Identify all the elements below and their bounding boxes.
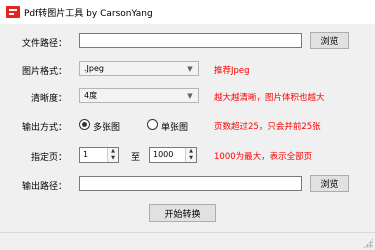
clarity-label: 清晰度：: [31, 94, 68, 104]
output-mode-hint: 页数超过25，只会并前25张: [214, 122, 321, 132]
stepper-buttons[interactable]: ▲ ▼: [107, 148, 118, 162]
page-to-value: 1000: [153, 150, 174, 159]
page-to-stepper[interactable]: 1000 ▲ ▼: [149, 147, 197, 163]
image-format-hint: 推荐Jpeg: [214, 66, 250, 76]
clarity-value: 4度: [84, 91, 98, 100]
stepper-buttons[interactable]: ▲ ▼: [185, 148, 196, 162]
window-title: Pdf转图片工具 by CarsonYang: [24, 9, 153, 19]
output-path-label: 输出路径：: [22, 182, 68, 192]
chevron-up-icon[interactable]: ▲: [108, 148, 118, 155]
status-bar: [0, 232, 375, 250]
resize-grip-icon[interactable]: [363, 238, 373, 248]
output-mode-multi-radio[interactable]: [79, 119, 90, 130]
output-mode-multi-label[interactable]: 多张图: [93, 120, 120, 133]
chevron-down-icon: ▼: [187, 65, 193, 73]
start-convert-button[interactable]: 开始转换: [149, 204, 216, 222]
output-mode-label: 输出方式：: [22, 123, 68, 133]
page-from-stepper[interactable]: 1 ▲ ▼: [79, 147, 119, 163]
image-format-select[interactable]: .Jpeg ▼: [79, 61, 199, 76]
image-format-label: 图片格式：: [22, 67, 68, 77]
clarity-select[interactable]: 4度 ▼: [79, 88, 199, 103]
file-path-browse-button[interactable]: 浏览: [310, 32, 349, 49]
file-path-input[interactable]: [79, 33, 302, 48]
page-range-separator: 至: [131, 153, 141, 163]
clarity-hint: 越大越清晰，图片体积也越大: [214, 93, 325, 103]
output-mode-single-label[interactable]: 单张图: [161, 120, 188, 133]
chevron-down-icon[interactable]: ▼: [186, 155, 196, 162]
pdf-app-icon: [6, 6, 20, 18]
page-range-hint: 1000为最大，表示全部页: [214, 152, 313, 162]
chevron-up-icon[interactable]: ▲: [186, 148, 196, 155]
output-path-browse-button[interactable]: 浏览: [310, 175, 349, 192]
main-form: 文件路径： 浏览 图片格式： .Jpeg ▼ 推荐Jpeg 清晰度： 4度 ▼ …: [0, 24, 375, 232]
page-from-value: 1: [83, 150, 89, 159]
title-bar: Pdf转图片工具 by CarsonYang: [0, 0, 375, 24]
output-path-input[interactable]: [79, 176, 302, 191]
image-format-value: .Jpeg: [84, 64, 104, 73]
chevron-down-icon[interactable]: ▼: [108, 155, 118, 162]
output-mode-single-radio[interactable]: [147, 119, 158, 130]
page-range-label: 指定页：: [31, 153, 68, 163]
chevron-down-icon: ▼: [187, 92, 193, 100]
file-path-label: 文件路径：: [22, 39, 68, 49]
